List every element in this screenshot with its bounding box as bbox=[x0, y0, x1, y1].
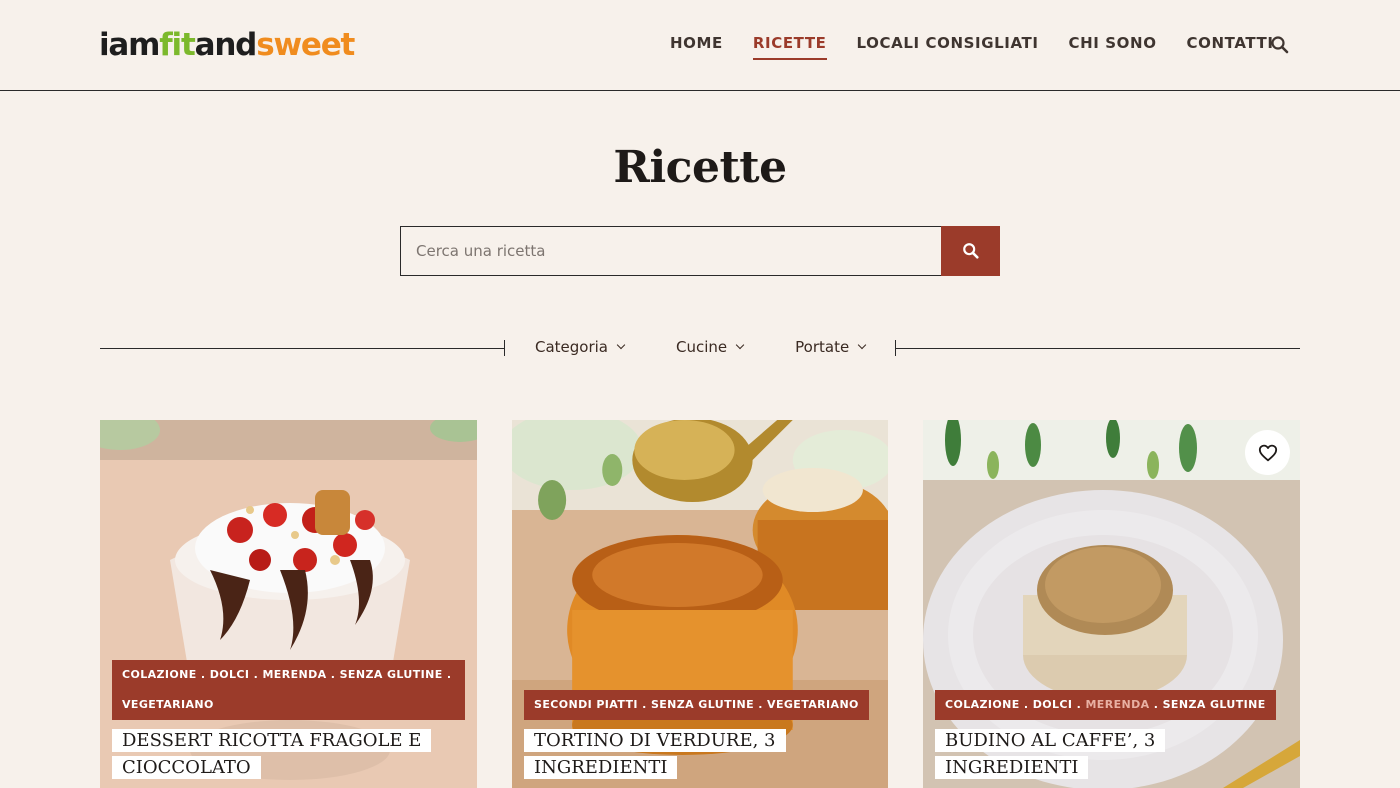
search-icon[interactable] bbox=[1270, 35, 1290, 55]
chevron-down-icon bbox=[616, 340, 626, 350]
recipe-title-text: TORTINO DI VERDURE, 3 INGREDIENTI bbox=[524, 729, 786, 779]
recipe-tag[interactable]: VEGETARIANO bbox=[122, 698, 214, 711]
logo-part-and: and bbox=[194, 27, 258, 63]
filter-bar: Categoria Cucine Portate bbox=[535, 338, 867, 356]
nav-item-home[interactable]: HOME bbox=[670, 34, 723, 60]
recipe-card[interactable]: SECONDI PIATTI . SENZA GLUTINE . VEGETAR… bbox=[512, 420, 888, 788]
recipe-tag[interactable]: COLAZIONE bbox=[945, 698, 1020, 711]
filter-portate[interactable]: Portate bbox=[795, 338, 867, 356]
search-input[interactable] bbox=[400, 226, 941, 276]
filter-divider-tick-left bbox=[504, 340, 505, 356]
chevron-down-icon bbox=[857, 340, 867, 350]
filter-cucine[interactable]: Cucine bbox=[676, 338, 745, 356]
search-button[interactable] bbox=[941, 226, 1000, 276]
recipe-search bbox=[400, 226, 1000, 276]
main-nav: HOME RICETTE LOCALI CONSIGLIATI CHI SONO… bbox=[670, 34, 1304, 60]
recipe-tag[interactable]: COLAZIONE bbox=[122, 668, 197, 681]
nav-item-locali-consigliati[interactable]: LOCALI CONSIGLIATI bbox=[857, 34, 1039, 60]
recipe-tag[interactable]: SENZA GLUTINE bbox=[1163, 698, 1266, 711]
recipe-title[interactable]: DESSERT RICOTTA FRAGOLE E CIOCCOLATO bbox=[112, 727, 432, 781]
recipe-tag[interactable]: DOLCI bbox=[210, 668, 250, 681]
site-logo[interactable]: iamfitandsweet bbox=[99, 26, 355, 64]
recipe-tags: COLAZIONE . DOLCI . MERENDA . SENZA GLUT… bbox=[935, 690, 1276, 720]
logo-part-sweet: sweet bbox=[256, 27, 355, 63]
recipe-tag[interactable]: SECONDI PIATTI bbox=[534, 698, 638, 711]
recipe-tags: COLAZIONE . DOLCI . MERENDA . SENZA GLUT… bbox=[112, 660, 465, 720]
recipe-tag[interactable]: VEGETARIANO bbox=[767, 698, 859, 711]
recipe-title[interactable]: BUDINO AL CAFFE’, 3 INGREDIENTI bbox=[935, 727, 1175, 781]
recipe-tag[interactable]: DOLCI bbox=[1033, 698, 1073, 711]
recipe-title-text: BUDINO AL CAFFE’, 3 INGREDIENTI bbox=[935, 729, 1166, 779]
recipe-card[interactable]: COLAZIONE . DOLCI . MERENDA . SENZA GLUT… bbox=[100, 420, 477, 788]
favorite-button[interactable] bbox=[1245, 430, 1290, 475]
recipe-card[interactable]: COLAZIONE . DOLCI . MERENDA . SENZA GLUT… bbox=[923, 420, 1300, 788]
site-header: iamfitandsweet HOME RICETTE LOCALI CONSI… bbox=[0, 0, 1400, 91]
filter-label: Categoria bbox=[535, 338, 609, 356]
filter-label: Cucine bbox=[676, 338, 728, 356]
filter-divider-left bbox=[100, 348, 504, 349]
logo-part-iam: iam bbox=[99, 27, 160, 63]
nav-item-chi-sono[interactable]: CHI SONO bbox=[1069, 34, 1157, 60]
filter-label: Portate bbox=[795, 338, 850, 356]
nav-item-ricette[interactable]: RICETTE bbox=[752, 34, 827, 60]
page-title: Ricette bbox=[613, 142, 787, 193]
recipe-tags: SECONDI PIATTI . SENZA GLUTINE . VEGETAR… bbox=[524, 690, 869, 720]
recipe-tag[interactable]: MERENDA bbox=[262, 668, 326, 681]
heart-icon bbox=[1258, 444, 1277, 461]
chevron-down-icon bbox=[735, 340, 745, 350]
recipe-tag[interactable]: SENZA GLUTINE bbox=[651, 698, 754, 711]
recipe-title[interactable]: TORTINO DI VERDURE, 3 INGREDIENTI bbox=[524, 727, 789, 781]
nav-item-contatti[interactable]: CONTATTI bbox=[1187, 34, 1274, 60]
filter-divider-right bbox=[896, 348, 1300, 349]
logo-part-fit: fit bbox=[159, 27, 196, 63]
filter-categoria[interactable]: Categoria bbox=[535, 338, 626, 356]
recipe-title-text: DESSERT RICOTTA FRAGOLE E CIOCCOLATO bbox=[112, 729, 432, 779]
search-icon bbox=[962, 243, 979, 259]
recipe-tag[interactable]: SENZA GLUTINE bbox=[340, 668, 443, 681]
recipe-tag[interactable]: MERENDA bbox=[1085, 698, 1149, 711]
